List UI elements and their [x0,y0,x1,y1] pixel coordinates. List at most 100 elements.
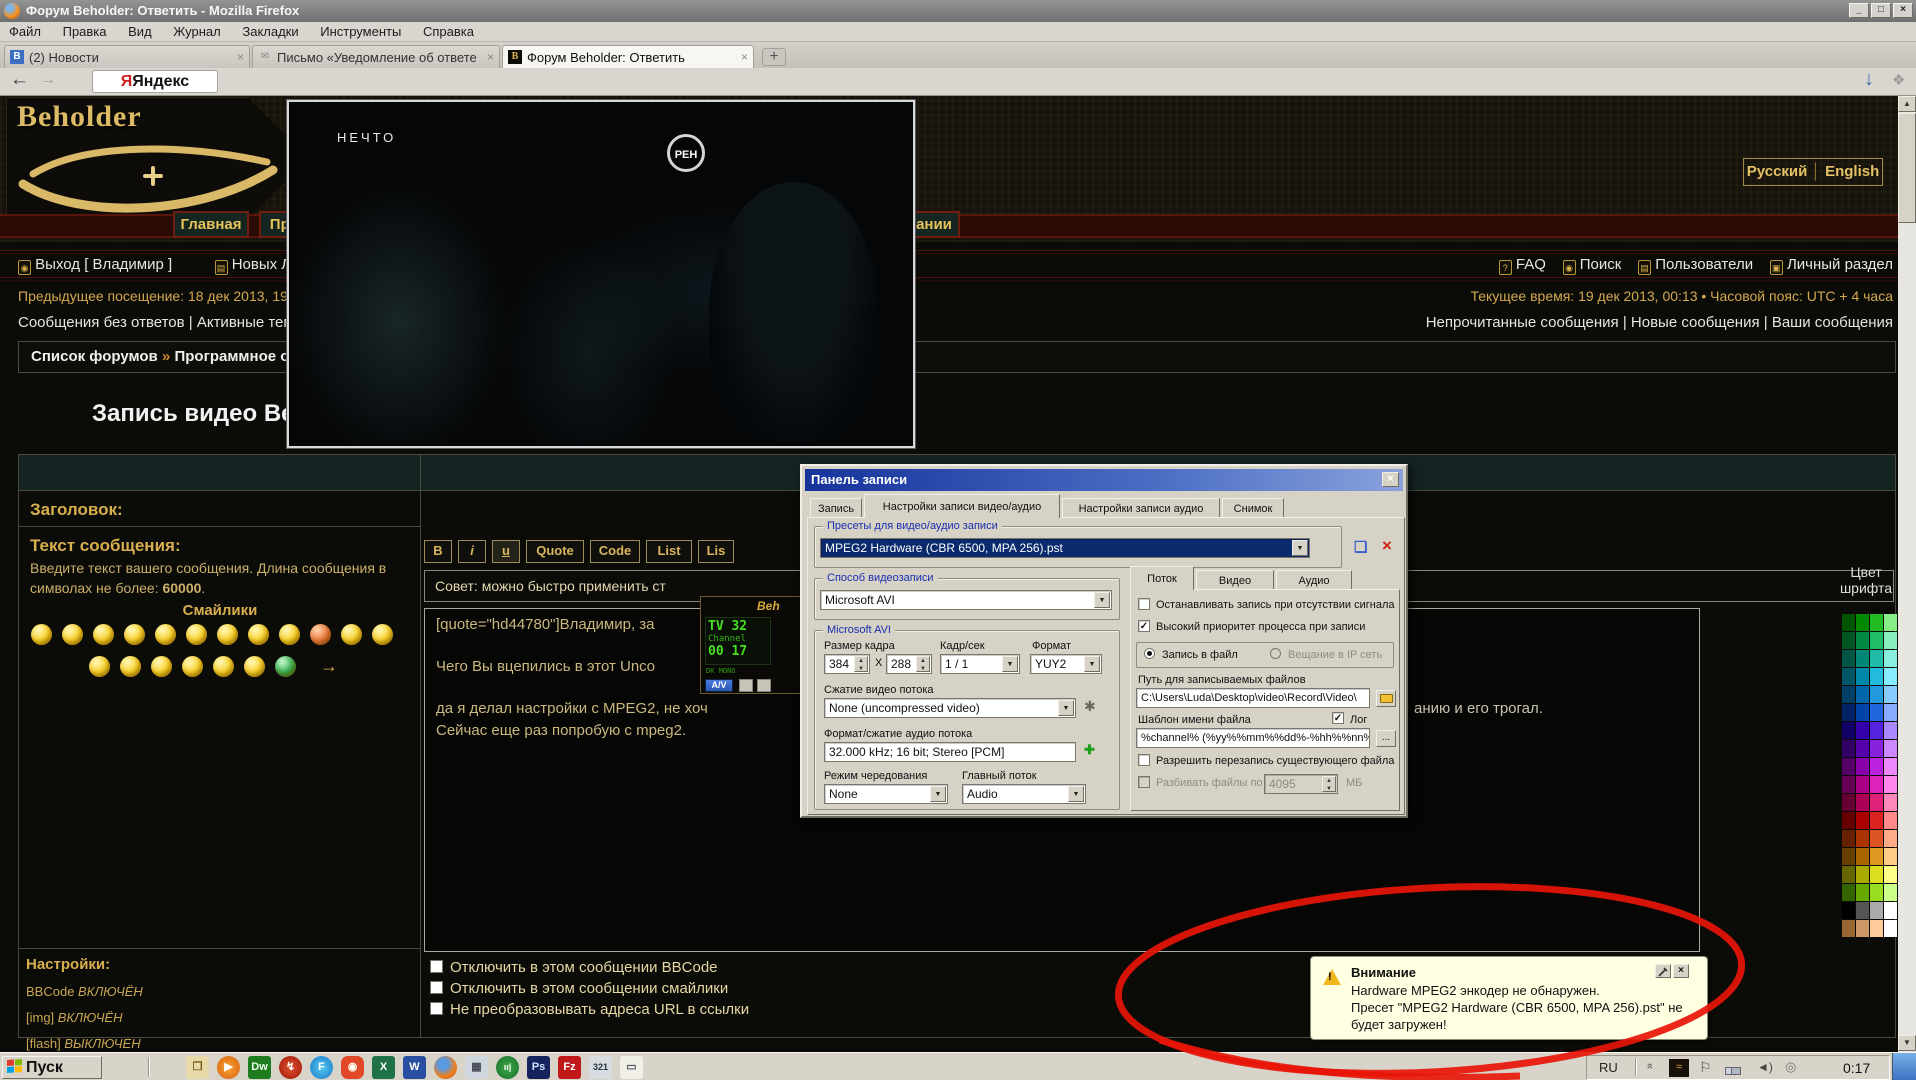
bbcode-code-button[interactable]: Code [590,540,640,563]
tab-record[interactable]: Запись [810,498,862,518]
video-player-window[interactable]: НЕЧТО РЕН [287,100,915,448]
palette-color[interactable] [1870,722,1883,739]
firefox-icon[interactable] [434,1056,457,1079]
palette-color[interactable] [1884,884,1897,901]
template-more-button[interactable]: ... [1376,730,1396,747]
dropdown-icon[interactable]: ▼ [1068,786,1084,802]
palette-color[interactable] [1856,794,1869,811]
dropdown-icon[interactable]: ▼ [1084,656,1100,672]
disable-smilies-checkbox[interactable] [430,981,443,994]
smiley-icon[interactable] [182,656,203,677]
video-compression-combobox[interactable]: None (uncompressed video)▼ [824,698,1076,718]
bbcode-quote-button[interactable]: Quote [526,540,584,563]
smiley-icon[interactable] [217,624,238,645]
palette-color[interactable] [1870,632,1883,649]
interleave-combobox[interactable]: None▼ [824,784,948,804]
save-preset-icon[interactable]: ❏ [1354,538,1367,556]
palette-color[interactable] [1870,848,1883,865]
palette-color[interactable] [1870,884,1883,901]
more-smilies-arrow[interactable]: → [320,656,338,677]
media-player-classic-icon[interactable]: 321 [589,1056,612,1079]
palette-color[interactable] [1856,776,1869,793]
dialog-close-icon[interactable]: × [1382,472,1399,487]
palette-color[interactable] [1870,668,1883,685]
yandex-button[interactable]: ЯЯндекс [92,70,218,93]
tv-button[interactable] [739,679,753,692]
palette-color[interactable] [1870,650,1883,667]
palette-color[interactable] [1842,758,1855,775]
format-combobox[interactable]: YUY2▼ [1030,654,1102,674]
tab-close-icon[interactable]: × [237,50,244,64]
page-scrollbar[interactable]: ▲ ▼ [1898,96,1916,1052]
palette-color[interactable] [1842,776,1855,793]
bbcode-list-eq-button[interactable]: Lis [698,540,734,563]
tab-news[interactable]: B (2) Новости × [4,45,250,68]
disable-urls-checkbox[interactable] [430,1002,443,1015]
smiley-icon[interactable] [62,624,83,645]
bbcode-bold-button[interactable]: B [424,540,452,563]
palette-color[interactable] [1842,794,1855,811]
palette-color[interactable] [1842,722,1855,739]
palette-color[interactable] [1842,650,1855,667]
tab-mail[interactable]: ✉ Письмо «Уведомление об ответе — «... × [252,45,500,68]
tv-button[interactable] [757,679,771,692]
menu-help[interactable]: Справка [414,22,483,41]
palette-color[interactable] [1884,704,1897,721]
dialog-titlebar[interactable]: Панель записи × [805,469,1403,491]
tv-av-button[interactable]: A/V [705,679,733,692]
palette-color[interactable] [1884,614,1897,631]
palette-color[interactable] [1870,704,1883,721]
palette-color[interactable] [1842,866,1855,883]
palette-color[interactable] [1842,740,1855,757]
media-player-icon[interactable]: ▶ [217,1056,240,1079]
palette-color[interactable] [1856,650,1869,667]
tab-close-icon[interactable]: × [487,50,494,64]
palette-color[interactable] [1884,686,1897,703]
download-master-icon[interactable]: ↯ [279,1056,302,1079]
tab-close-icon[interactable]: × [741,50,748,64]
recording-panel-dialog[interactable]: Панель записи × Запись Настройки записи … [800,464,1408,818]
tab-snapshot[interactable]: Снимок [1222,498,1284,518]
palette-color[interactable] [1856,686,1869,703]
tab-audio[interactable]: Аудио [1276,570,1352,590]
frame-width-spinner[interactable]: 384▲▼ [824,654,870,674]
tape-icon[interactable]: ▭ [620,1056,643,1079]
main-stream-combobox[interactable]: Audio▼ [962,784,1086,804]
palette-color[interactable] [1884,920,1897,937]
behold-tv-tray-icon[interactable]: ≈ [1669,1059,1689,1077]
preset-combobox[interactable]: MPEG2 Hardware (CBR 6500, MPA 256).pst▼ [820,538,1310,558]
window-titlebar[interactable]: Форум Beholder: Ответить - Mozilla Firef… [0,0,1916,22]
tab-video-audio-settings[interactable]: Настройки записи видео/аудио [864,494,1060,518]
palette-color[interactable] [1870,776,1883,793]
irfanview-icon[interactable]: ◉ [341,1056,364,1079]
record-to-file-radio[interactable] [1144,648,1155,659]
language-indicator[interactable]: RU [1599,1060,1618,1075]
members-link[interactable]: Пользователи [1655,256,1753,273]
smiley-icon[interactable] [213,656,234,677]
breadcrumb-root-link[interactable]: Список форумов [31,348,158,365]
clock[interactable]: 0:17 [1843,1060,1870,1076]
smiley-icon[interactable] [279,624,300,645]
palette-color[interactable] [1856,722,1869,739]
smiley-icon[interactable] [186,624,207,645]
smiley-icon[interactable] [155,624,176,645]
palette-color[interactable] [1856,704,1869,721]
smiley-icon[interactable] [120,656,141,677]
path-input[interactable]: C:\Users\Luda\Desktop\video\Record\Video… [1136,688,1370,708]
ucp-link[interactable]: Личный раздел [1787,256,1893,273]
palette-color[interactable] [1856,866,1869,883]
palette-color[interactable] [1870,830,1883,847]
palette-color[interactable] [1856,668,1869,685]
palette-color[interactable] [1856,884,1869,901]
balloon-close-icon[interactable]: × [1673,964,1689,978]
palette-color[interactable] [1842,704,1855,721]
menu-history[interactable]: Журнал [164,22,229,41]
palette-color[interactable] [1870,902,1883,919]
smiley-icon[interactable] [244,656,265,677]
scrollbar-thumb[interactable] [1898,113,1916,223]
addon-icon[interactable]: ❖ [1892,71,1905,89]
ip-broadcast-radio[interactable] [1270,648,1281,659]
method-combobox[interactable]: Microsoft AVI▼ [820,590,1112,610]
palette-color[interactable] [1856,830,1869,847]
smiley-icon[interactable] [93,624,114,645]
